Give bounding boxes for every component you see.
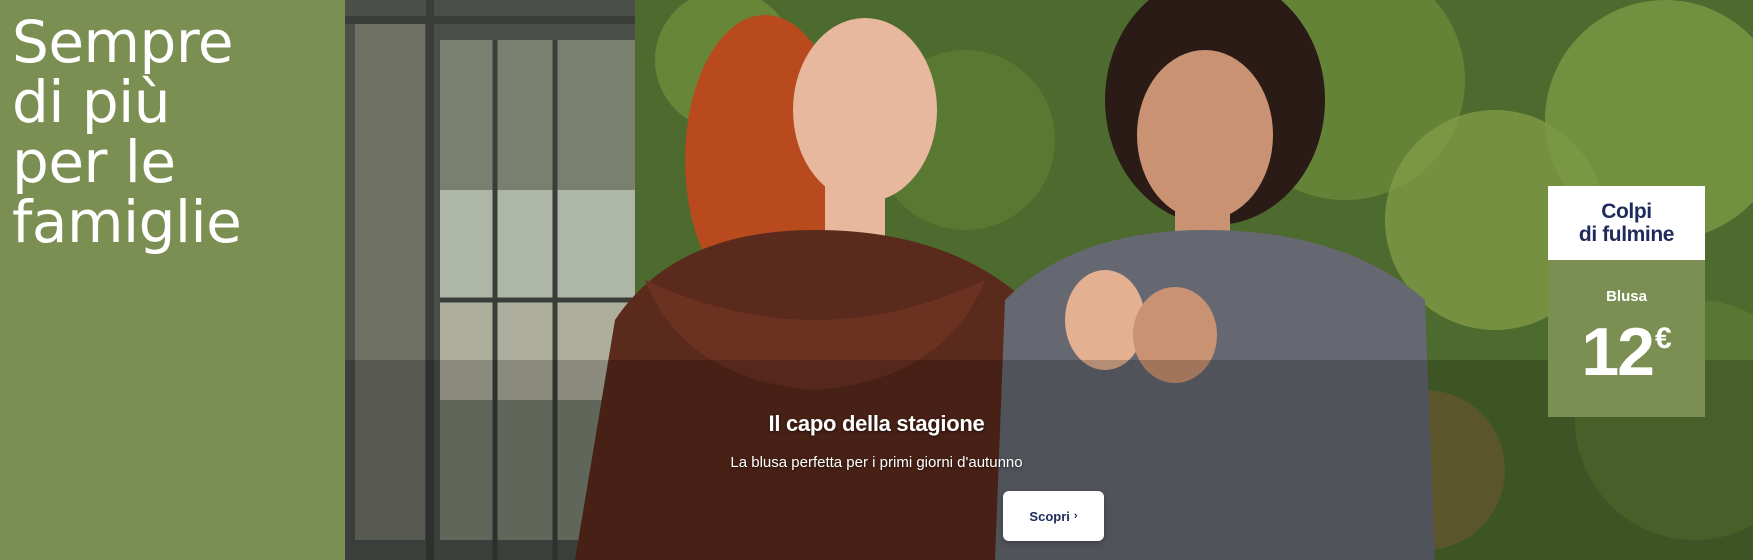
headline-line: Sempre <box>12 8 234 76</box>
discover-button-label: Scopri <box>1029 508 1070 524</box>
headline-line: per le <box>12 128 176 196</box>
chevron-right-icon: › <box>1073 510 1078 522</box>
discover-button[interactable]: Scopri › <box>1003 491 1104 541</box>
badge-header: Colpi di fulmine <box>1548 186 1705 260</box>
badge-price-area: Blusa 12€ <box>1548 260 1705 417</box>
headline-panel: Sempre di più per le famiglie <box>0 0 345 560</box>
price: 12€ <box>1548 318 1705 386</box>
cta-wrapper: Scopri › <box>853 0 1253 560</box>
badge-line: Colpi <box>1601 200 1652 223</box>
hero-banner[interactable]: Sempre di più per le famiglie Il capo de… <box>0 0 1753 560</box>
headline: Sempre di più per le famiglie <box>12 8 242 256</box>
price-badge[interactable]: Colpi di fulmine Blusa 12€ <box>1548 186 1705 417</box>
badge-line: di fulmine <box>1578 223 1675 246</box>
price-currency: € <box>1654 322 1672 355</box>
headline-line: di più <box>12 68 171 136</box>
headline-line: famiglie <box>12 188 242 256</box>
product-label: Blusa <box>1606 288 1647 305</box>
price-value: 12 <box>1581 314 1655 390</box>
